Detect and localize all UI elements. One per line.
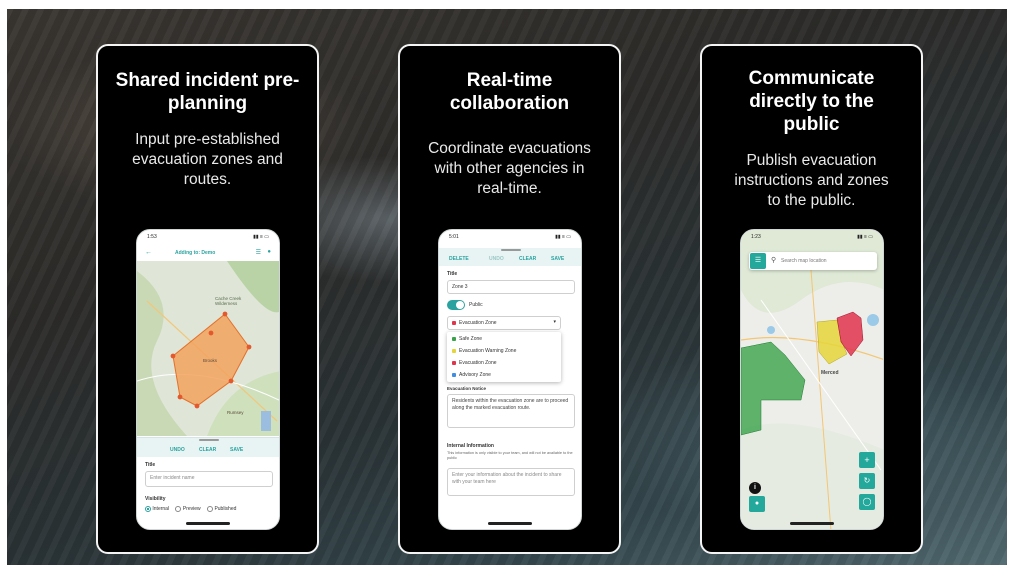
radio-internal[interactable]: Internal xyxy=(145,506,169,512)
refresh-button[interactable]: ↻ xyxy=(859,473,875,489)
phone-screenshot-public: 1:23 ▮▮ ≡ ▭ ☰ ⚲ Search map location Merc… xyxy=(740,229,884,530)
undo-button[interactable]: UNDO xyxy=(170,447,185,453)
map-label: Brooks xyxy=(203,358,218,363)
zone-title-input[interactable]: Zone 3 xyxy=(447,280,575,294)
card-description: Coordinate evacuations with other agenci… xyxy=(428,140,591,197)
delete-button[interactable]: DELETE xyxy=(449,256,469,262)
card-title: Real-time collaboration xyxy=(449,70,570,114)
feature-card-collaboration: Real-time collaboration Coordinate evacu… xyxy=(398,44,621,554)
menu-icon[interactable]: ☰ xyxy=(256,249,261,256)
info-icon[interactable]: i xyxy=(749,482,761,494)
zone-type-select[interactable]: Evacuation Zone ▾ xyxy=(447,316,561,330)
clear-button[interactable]: CLEAR xyxy=(519,256,536,262)
home-indicator xyxy=(790,522,834,525)
option-safe-zone[interactable]: Safe Zone xyxy=(452,336,482,342)
radio-published[interactable]: Published xyxy=(207,506,236,512)
internal-info-label: Internal Information xyxy=(447,443,494,449)
zoom-in-button[interactable]: + xyxy=(859,452,875,468)
card-description: Input pre-established evacuation zones a… xyxy=(132,131,283,188)
option-advisory-zone[interactable]: Advisory Zone xyxy=(452,372,491,378)
home-indicator xyxy=(186,522,230,525)
title-label: Title xyxy=(145,462,156,468)
pin-icon[interactable]: ● xyxy=(267,249,271,255)
phone-screenshot-collaboration: 5:01 ▮▮ ≡ ▭ DELETE UNDO CLEAR SAVE Title… xyxy=(438,229,582,530)
chevron-down-icon: ▾ xyxy=(553,319,556,325)
feature-card-public: Communicate directly to the public Publi… xyxy=(700,44,923,554)
title-label: Title xyxy=(447,271,458,277)
layers-button[interactable]: ☰ xyxy=(750,253,766,269)
incident-name-input[interactable]: Enter incident name xyxy=(145,471,273,487)
zone-color-swatch xyxy=(452,320,456,325)
map-label: Cache Creek Wilderness xyxy=(215,296,242,306)
internal-info-textarea[interactable]: Enter your information about the inciden… xyxy=(447,468,575,496)
status-bar: 1:23 ▮▮ ≡ ▭ xyxy=(751,234,873,240)
status-bar: 5:01 ▮▮ ≡ ▭ xyxy=(449,234,571,240)
search-input[interactable]: Search map location xyxy=(781,258,827,264)
option-evacuation-zone[interactable]: Evacuation Zone xyxy=(452,360,497,366)
phone-screenshot-preplanning: 1:53 ▮▮ ≡ ▭ ← Adding to: Demo ☰ ● Cache … xyxy=(136,229,280,530)
home-indicator xyxy=(488,522,532,525)
locate-button[interactable]: ◯ xyxy=(859,494,875,510)
map-label: Rumsey xyxy=(227,410,244,415)
recenter-button[interactable]: ● xyxy=(749,496,765,512)
evacuation-notice-textarea[interactable]: Residents within the evacuation zone are… xyxy=(447,394,575,428)
drag-handle[interactable] xyxy=(501,249,521,251)
header-title: Adding to: Demo xyxy=(175,250,216,256)
back-arrow-icon[interactable]: ← xyxy=(145,249,152,256)
search-bar: ☰ ⚲ Search map location xyxy=(749,252,877,270)
public-toggle[interactable] xyxy=(447,300,465,310)
public-label: Public xyxy=(469,302,483,308)
radio-preview[interactable]: Preview xyxy=(175,506,201,512)
drawing-toolbar: DELETE UNDO CLEAR SAVE xyxy=(439,248,581,266)
visibility-label: Visibility xyxy=(145,496,166,502)
app-header: ← Adding to: Demo ☰ ● xyxy=(145,249,271,256)
map-view[interactable] xyxy=(137,261,280,436)
visibility-options: Internal Preview Published xyxy=(145,506,275,512)
drag-handle[interactable] xyxy=(199,439,219,441)
town-label: Merced xyxy=(821,370,839,376)
notice-label: Evacuation Notice xyxy=(447,386,487,391)
feature-card-preplanning: Shared incident pre-planning Input pre-e… xyxy=(96,44,319,554)
card-title: Communicate directly to the public xyxy=(748,68,875,135)
option-warning-zone[interactable]: Evacuation Warning Zone xyxy=(452,348,516,354)
zone-type-dropdown: Safe Zone Evacuation Warning Zone Evacua… xyxy=(447,332,561,382)
status-bar: 1:53 ▮▮ ≡ ▭ xyxy=(147,234,269,240)
internal-info-hint: This information is only visible to your… xyxy=(447,451,573,460)
card-description: Publish evacuation instructions and zone… xyxy=(734,152,889,209)
save-button[interactable]: SAVE xyxy=(230,447,243,453)
save-button[interactable]: SAVE xyxy=(551,256,564,262)
drawing-toolbar: UNDO CLEAR SAVE xyxy=(137,437,279,457)
card-title: Shared incident pre-planning xyxy=(115,70,300,114)
search-icon: ⚲ xyxy=(771,257,777,264)
clear-button[interactable]: CLEAR xyxy=(199,447,216,453)
undo-button[interactable]: UNDO xyxy=(489,256,504,262)
